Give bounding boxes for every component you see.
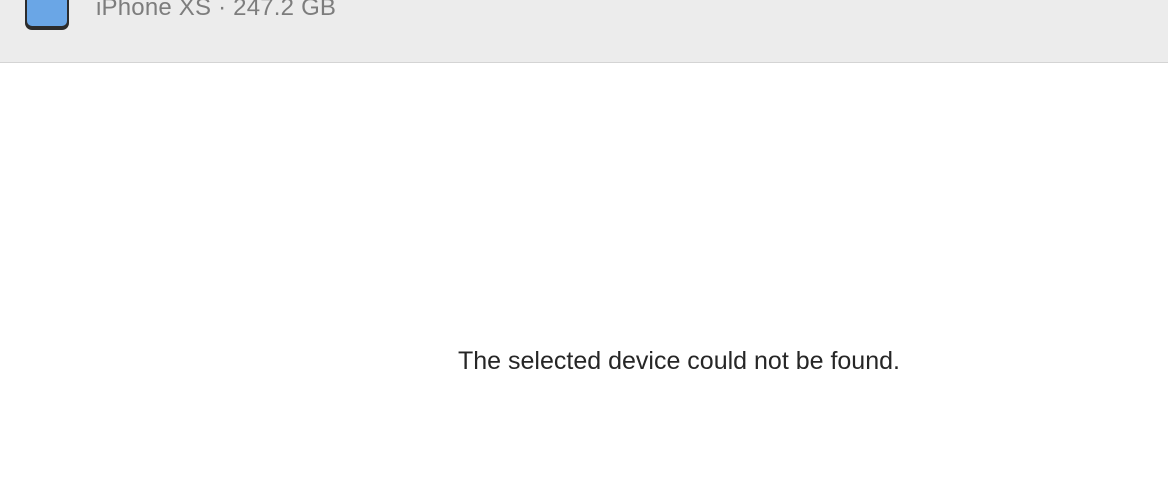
main-content: The selected device could not be found. <box>0 63 1168 500</box>
device-info-label: iPhone XS · 247.2 GB <box>96 0 337 21</box>
iphone-icon <box>24 0 70 32</box>
device-not-found-message: The selected device could not be found. <box>458 347 900 375</box>
device-header: iPhone XS · 247.2 GB <box>0 0 1168 63</box>
